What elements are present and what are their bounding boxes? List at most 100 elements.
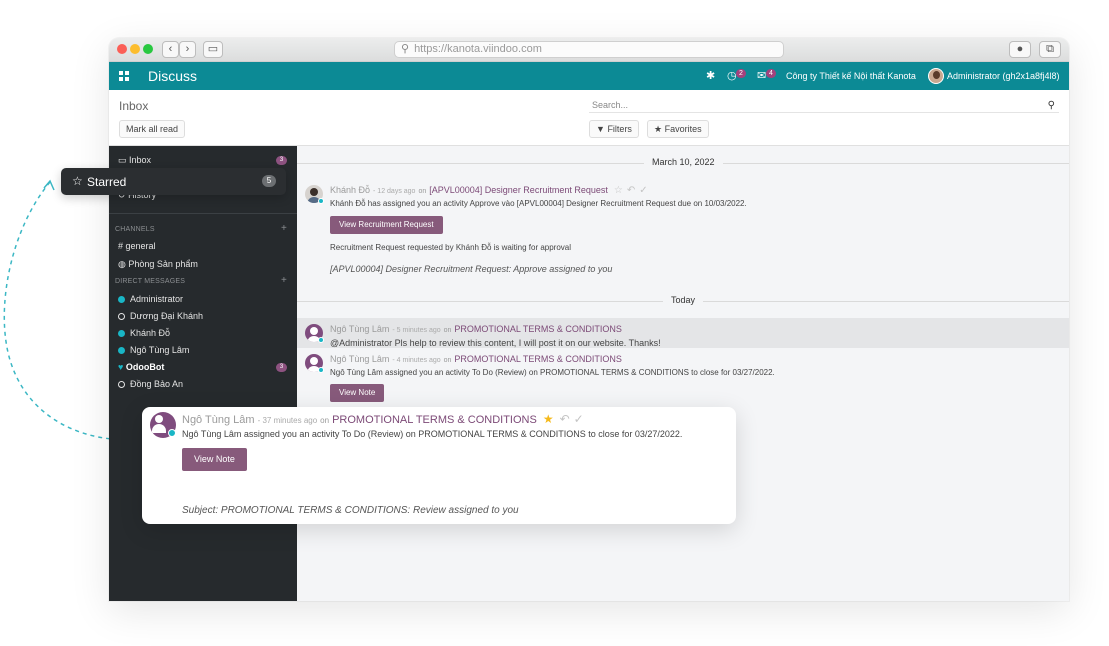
dm-label: Administrator bbox=[130, 294, 184, 304]
discuss-sidebar: ▭ Inbox 3 ↺ History CHANNELS + # general… bbox=[109, 146, 297, 601]
heart-icon: ♥ bbox=[118, 362, 124, 372]
maximize-window-button[interactable] bbox=[143, 44, 153, 54]
date-separator: March 10, 2022 bbox=[297, 157, 1069, 169]
offline-status-icon bbox=[118, 313, 125, 320]
filters-button[interactable]: ▼ Filters bbox=[589, 120, 639, 138]
sidebar-item-inbox[interactable]: ▭ Inbox bbox=[118, 155, 151, 166]
search-icon[interactable]: ⚲ bbox=[1048, 98, 1055, 114]
url-bar[interactable]: ⚲ https://kanota.viindoo.com bbox=[394, 41, 784, 58]
star-icon[interactable]: ★ bbox=[543, 412, 554, 426]
globe-icon: ◍ bbox=[118, 259, 126, 269]
on-label: on bbox=[443, 327, 452, 334]
sidebar-toggle-icon[interactable]: ▭ bbox=[203, 41, 223, 58]
browser-chrome: ‹ › ▭ ⚲ https://kanota.viindoo.com ● ⧉ bbox=[109, 38, 1069, 62]
message-body: Khánh Đỗ has assigned you an activity Ap… bbox=[330, 199, 747, 208]
online-status-icon bbox=[318, 198, 324, 204]
inbox-count-badge: 3 bbox=[276, 156, 287, 165]
sidebar-divider bbox=[109, 213, 297, 214]
dm-ngo-tung-lam[interactable]: Ngô Tùng Lâm bbox=[118, 345, 189, 355]
back-button[interactable]: ‹ bbox=[162, 41, 179, 58]
inbox-icon: ▭ bbox=[118, 155, 127, 165]
sidebar-item-general[interactable]: # general bbox=[118, 241, 156, 251]
date-label: Today bbox=[663, 295, 704, 305]
app-title[interactable]: Discuss bbox=[148, 68, 197, 84]
messages-badge: 4 bbox=[766, 69, 776, 78]
record-link[interactable]: PROMOTIONAL TERMS & CONDITIONS bbox=[332, 414, 537, 426]
add-dm-icon[interactable]: + bbox=[281, 275, 287, 286]
apps-menu-icon[interactable] bbox=[119, 71, 129, 81]
online-status-icon bbox=[118, 296, 125, 303]
direct-messages-header[interactable]: DIRECT MESSAGES bbox=[115, 278, 185, 285]
close-window-button[interactable] bbox=[117, 44, 127, 54]
favorites-button[interactable]: ★ Favorites bbox=[647, 120, 709, 138]
message-actions: ★ ↶✓ bbox=[543, 412, 588, 426]
channel-label: general bbox=[125, 241, 156, 251]
dm-label: Khánh Đỗ bbox=[130, 328, 171, 338]
message-subject: [APVL00004] Designer Recruitment Request… bbox=[330, 264, 613, 274]
control-panel: Inbox Mark all read Search... ⚲ ▼ Filter… bbox=[109, 90, 1069, 146]
zoomed-message-card: Ngô Tùng Lâm - 37 minutes ago on PROMOTIONA… bbox=[142, 407, 736, 524]
author-name[interactable]: Ngô Tùng Lâm bbox=[330, 324, 389, 334]
tabs-icon[interactable]: ⧉ bbox=[1039, 41, 1061, 58]
message-date: - 4 minutes ago bbox=[392, 357, 441, 364]
message-header: Ngô Tùng Lâm - 37 minutes ago on PROMOTIONA… bbox=[182, 412, 588, 426]
activity-badge: 2 bbox=[736, 69, 746, 78]
minimize-window-button[interactable] bbox=[130, 44, 140, 54]
dm-label: Đồng Bảo An bbox=[130, 379, 184, 389]
mark-done-icon[interactable]: ✓ bbox=[639, 185, 651, 196]
author-name[interactable]: Khánh Đỗ bbox=[330, 185, 370, 195]
top-navbar: Discuss ✱ ◷ 2 ✉ 4 Công ty Thiết kế Nội t… bbox=[109, 62, 1069, 90]
sidebar-item-label: Starred bbox=[87, 175, 127, 189]
online-status-icon bbox=[168, 429, 176, 437]
filters-label: Filters bbox=[607, 124, 632, 134]
dm-label: Ngô Tùng Lâm bbox=[130, 345, 190, 355]
author-name[interactable]: Ngô Tùng Lâm bbox=[330, 354, 389, 364]
download-icon[interactable]: ● bbox=[1009, 41, 1031, 58]
activity-clock-icon[interactable]: ◷ bbox=[727, 69, 737, 82]
record-link[interactable]: PROMOTIONAL TERMS & CONDITIONS bbox=[454, 354, 622, 364]
search-input[interactable]: Search... ⚲ bbox=[589, 97, 1059, 113]
date-label: March 10, 2022 bbox=[644, 157, 723, 167]
on-label: on bbox=[418, 188, 427, 195]
on-label: on bbox=[320, 416, 330, 425]
record-link[interactable]: PROMOTIONAL TERMS & CONDITIONS bbox=[454, 324, 622, 334]
message-body: Ngô Tùng Lâm assigned you an activity To… bbox=[330, 368, 775, 377]
offline-status-icon bbox=[118, 381, 125, 388]
channels-header[interactable]: CHANNELS bbox=[115, 226, 155, 233]
user-menu[interactable]: Administrator (gh2x1a8fj4l8) bbox=[947, 71, 1060, 81]
dm-dong-bao-an[interactable]: Đồng Bảo An bbox=[118, 379, 183, 389]
user-avatar[interactable] bbox=[928, 68, 944, 84]
search-placeholder: Search... bbox=[592, 100, 629, 110]
dm-odoobot[interactable]: ♥ OdooBot bbox=[118, 362, 164, 372]
view-note-button[interactable]: View Note bbox=[182, 448, 247, 471]
message-date: - 12 days ago bbox=[373, 188, 416, 195]
messages-icon[interactable]: ✉ bbox=[757, 69, 766, 82]
online-status-icon bbox=[118, 330, 125, 337]
dm-khanh-do[interactable]: Khánh Đỗ bbox=[118, 328, 170, 338]
forward-button[interactable]: › bbox=[179, 41, 196, 58]
favorites-label: Favorites bbox=[664, 124, 702, 134]
dm-administrator[interactable]: Administrator bbox=[118, 294, 183, 304]
odoobot-count-badge: 3 bbox=[276, 363, 287, 372]
mark-all-read-button[interactable]: Mark all read bbox=[119, 120, 186, 138]
online-status-icon bbox=[318, 367, 324, 373]
message-header: Ngô Tùng Lâm - 4 minutes ago on PROMOTIONAL… bbox=[330, 354, 622, 364]
add-channel-icon[interactable]: + bbox=[281, 223, 287, 234]
dm-duong-dai-khanh[interactable]: Dương Đại Khánh bbox=[118, 311, 203, 321]
message-subject: Subject: PROMOTIONAL TERMS & CONDITIONS:… bbox=[182, 505, 519, 516]
mark-done-icon[interactable]: ✓ bbox=[574, 412, 588, 426]
reply-icon[interactable]: ↶ bbox=[560, 412, 574, 426]
sidebar-item-starred[interactable]: ☆ Starred 5 bbox=[61, 168, 286, 195]
reply-icon[interactable]: ↶ bbox=[627, 185, 639, 196]
date-separator: Today bbox=[297, 295, 1069, 307]
view-recruitment-request-button[interactable]: View Recruitment Request bbox=[330, 216, 443, 234]
author-name[interactable]: Ngô Tùng Lâm bbox=[182, 414, 255, 426]
record-link[interactable]: [APVL00004] Designer Recruitment Request bbox=[429, 185, 608, 195]
view-note-button[interactable]: View Note bbox=[330, 384, 385, 402]
star-icon[interactable]: ☆ bbox=[614, 185, 627, 196]
message-header: Khánh Đỗ - 12 days ago on [APVL00004] Desig… bbox=[330, 185, 652, 196]
bug-icon[interactable]: ✱ bbox=[706, 69, 715, 82]
page: ‹ › ▭ ⚲ https://kanota.viindoo.com ● ⧉ Di… bbox=[0, 0, 1109, 646]
sidebar-item-phong-san-pham[interactable]: ◍ Phòng Sản phẩm bbox=[118, 259, 198, 270]
company-switcher[interactable]: Công ty Thiết kế Nội thất Kanota bbox=[786, 71, 916, 81]
